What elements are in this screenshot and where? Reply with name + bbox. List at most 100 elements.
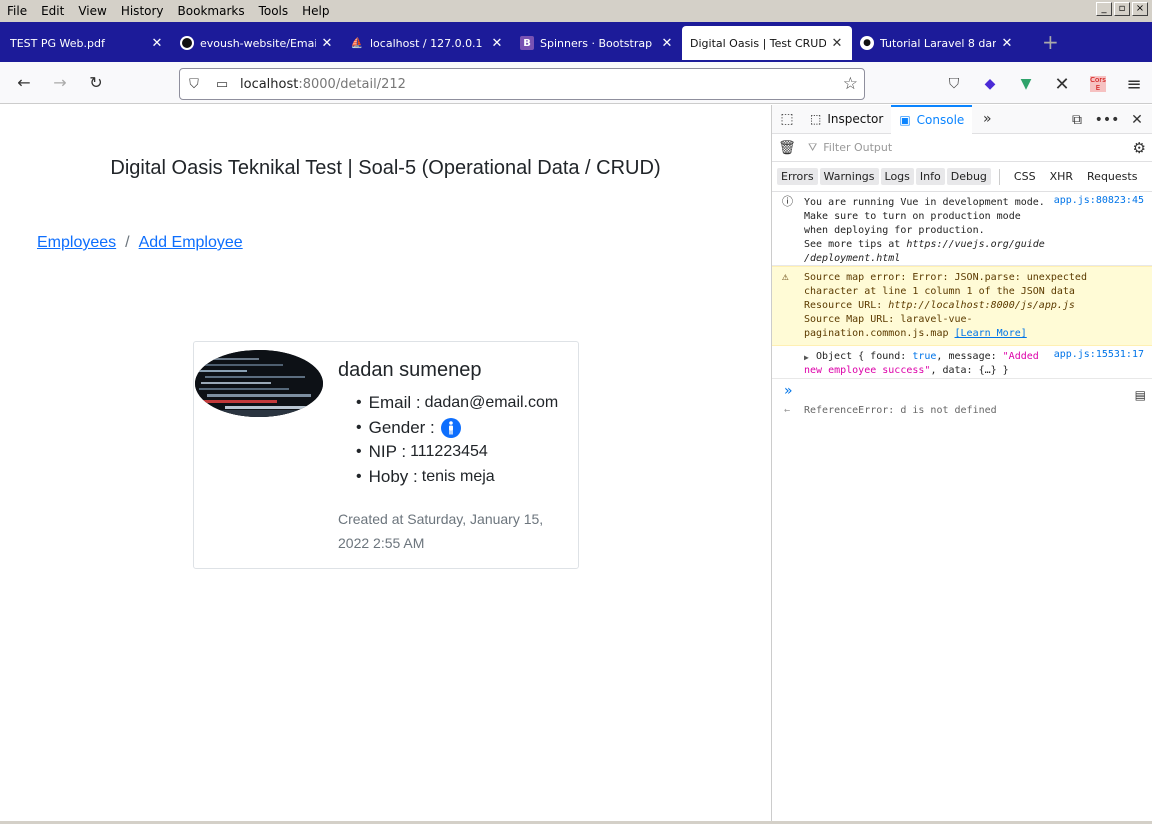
close-icon[interactable]: ✕ bbox=[1000, 36, 1014, 51]
close-icon[interactable]: ✕ bbox=[150, 36, 164, 51]
hoby-value: tenis meja bbox=[421, 467, 495, 485]
created-at: Created at Saturday, January 15, 2022 2:… bbox=[338, 511, 544, 551]
close-icon[interactable]: ✕ bbox=[660, 36, 674, 51]
more-tabs-chevron-icon[interactable]: » bbox=[972, 111, 1002, 127]
message-location-link[interactable]: app.js:80823:45 bbox=[1054, 194, 1144, 208]
email-value: dadan@email.com bbox=[424, 394, 559, 412]
url-bar[interactable]: ⛉ ▭ localhost:8000/detail/212 ☆ bbox=[179, 68, 865, 100]
message-line: when deploying for production. bbox=[804, 225, 985, 236]
menu-tools[interactable]: Tools bbox=[252, 0, 296, 22]
pocket-icon[interactable]: ⛉ bbox=[936, 68, 972, 100]
tab-phpmyadmin[interactable]: ⛵ localhost / 127.0.0.1 / d ✕ bbox=[342, 26, 512, 60]
nav-bar: ← → ↻ ⛉ ▭ localhost:8000/detail/212 ☆ ⛉ … bbox=[0, 62, 1152, 104]
tab-console[interactable]: ▣ Console bbox=[891, 104, 973, 134]
message-location-link[interactable]: app.js:15531:17 bbox=[1054, 348, 1144, 362]
shield-icon[interactable]: ⛉ bbox=[180, 77, 208, 92]
x-extension-icon[interactable]: ✕ bbox=[1044, 68, 1080, 100]
reload-icon[interactable]: ↻ bbox=[78, 67, 114, 99]
close-devtools-icon[interactable]: ✕ bbox=[1122, 112, 1152, 128]
hoby-label: Hoby : bbox=[368, 466, 418, 486]
filter-warnings[interactable]: Warnings bbox=[819, 168, 879, 185]
email-item: Email :dadan@email.com bbox=[356, 391, 559, 416]
obj-tail: , data: {…} } bbox=[930, 365, 1009, 376]
obj-found: true bbox=[912, 351, 937, 362]
tab-bootstrap[interactable]: B Spinners · Bootstrap v5 ✕ bbox=[512, 26, 682, 60]
avatar bbox=[195, 350, 323, 417]
devtools-toolbar: ⬚ ⬚ Inspector ▣ Console » ⧉ ••• ✕ bbox=[772, 104, 1152, 134]
dock-icon[interactable]: ⧉ bbox=[1062, 112, 1092, 128]
close-icon[interactable]: ✕ bbox=[320, 36, 334, 51]
filter-input[interactable]: Filter Output bbox=[823, 141, 892, 154]
close-window-button[interactable]: × bbox=[1132, 2, 1148, 16]
new-tab-button[interactable]: + bbox=[1042, 30, 1059, 54]
tab-title: Spinners · Bootstrap v5 bbox=[540, 36, 656, 50]
message-line: pagination.common.js.map [Learn More] bbox=[804, 327, 1148, 341]
filter-requests[interactable]: Requests bbox=[1081, 168, 1143, 185]
hamburger-menu-icon[interactable]: ≡ bbox=[1116, 68, 1152, 100]
url-host: localhost bbox=[240, 76, 299, 92]
breadcrumb-separator: / bbox=[125, 234, 130, 251]
filter-errors[interactable]: Errors bbox=[777, 168, 818, 185]
tab-title: Tutorial Laravel 8 dan V bbox=[880, 36, 996, 50]
message-text: pagination.common.js.map bbox=[804, 328, 955, 339]
message-line: Make sure to turn on production mode bbox=[804, 211, 1021, 222]
filter-logs[interactable]: Logs bbox=[880, 168, 914, 185]
menu-file[interactable]: File bbox=[0, 0, 34, 22]
console-message-object: ▶ app.js:15531:17 Object { found: true, … bbox=[772, 346, 1152, 379]
breadcrumb-add-employee-link[interactable]: Add Employee bbox=[139, 234, 243, 251]
learn-more-link[interactable]: [Learn More] bbox=[955, 328, 1027, 339]
warning-icon: ⚠ bbox=[782, 270, 789, 283]
cors-icon[interactable]: Cors E bbox=[1080, 68, 1116, 100]
tab-test-pg-pdf[interactable]: TEST PG Web.pdf ✕ bbox=[2, 26, 172, 60]
menu-bar: File Edit View History Bookmarks Tools H… bbox=[0, 0, 1152, 22]
message-line: character at line 1 column 1 of the JSON… bbox=[804, 286, 1075, 297]
expand-triangle-icon[interactable]: ▶ bbox=[804, 351, 809, 365]
tab-console-label: Console bbox=[916, 113, 965, 127]
more-options-icon[interactable]: ••• bbox=[1092, 112, 1122, 128]
maximize-button[interactable]: ▫ bbox=[1114, 2, 1130, 16]
tab-tutorial-laravel[interactable]: ● Tutorial Laravel 8 dan V ✕ bbox=[852, 26, 1022, 60]
element-picker-icon[interactable]: ⬚ bbox=[772, 111, 802, 127]
extension-hexagon-icon[interactable]: ◆ bbox=[972, 68, 1008, 100]
console-input[interactable]: » ▤ bbox=[772, 379, 1152, 403]
filter-info[interactable]: Info bbox=[915, 168, 945, 185]
github-icon bbox=[180, 36, 194, 50]
prompt-chevron-icon: » bbox=[784, 383, 793, 399]
menu-view[interactable]: View bbox=[71, 0, 113, 22]
tab-inspector[interactable]: ⬚ Inspector bbox=[802, 105, 891, 134]
menu-edit[interactable]: Edit bbox=[34, 0, 71, 22]
tab-github[interactable]: evoush-website/EmailNo ✕ bbox=[172, 26, 342, 60]
minimize-button[interactable]: _ bbox=[1096, 2, 1112, 16]
console-filter-bar: 🗑 ⛛ Filter Output ⚙ bbox=[772, 134, 1152, 162]
close-icon[interactable]: ✕ bbox=[490, 36, 504, 51]
message-url: https://vuejs.org/guide bbox=[906, 239, 1045, 250]
forward-arrow-icon[interactable]: → bbox=[42, 67, 78, 99]
vue-devtools-icon[interactable]: ▼ bbox=[1008, 68, 1044, 100]
obj-prefix: Object { found: bbox=[816, 351, 913, 362]
nip-label: NIP : bbox=[368, 442, 407, 462]
message-line: See more tips at https://vuejs.org/guide bbox=[804, 238, 1148, 252]
tab-title: Digital Oasis | Test CRUD bbox=[690, 36, 826, 50]
menu-help[interactable]: Help bbox=[295, 0, 336, 22]
bookmark-star-icon[interactable]: ☆ bbox=[843, 74, 858, 94]
filter-xhr[interactable]: XHR bbox=[1044, 168, 1079, 185]
page-title: Digital Oasis Teknikal Test | Soal-5 (Op… bbox=[110, 157, 661, 179]
menu-bookmarks[interactable]: Bookmarks bbox=[171, 0, 252, 22]
back-arrow-icon[interactable]: ← bbox=[6, 67, 42, 99]
employee-name: dadan sumenep bbox=[338, 359, 482, 381]
message-line: new employee success", data: {…} } bbox=[804, 364, 1148, 378]
message-url: http://localhost:8000/js/app.js bbox=[888, 300, 1075, 311]
url-text[interactable]: localhost:8000/detail/212 bbox=[240, 77, 406, 92]
gear-icon[interactable]: ⚙ bbox=[1133, 139, 1146, 157]
devtools-panel: ⬚ ⬚ Inspector ▣ Console » ⧉ ••• ✕ 🗑 ⛛ Filt… bbox=[771, 104, 1152, 821]
trash-icon[interactable]: 🗑 bbox=[772, 140, 802, 156]
filter-debug[interactable]: Debug bbox=[946, 168, 991, 185]
obj-mid: , message: bbox=[936, 351, 1003, 362]
message-line: Source Map URL: laravel-vue- bbox=[804, 314, 973, 325]
tab-digital-oasis[interactable]: Digital Oasis | Test CRUD ✕ bbox=[682, 26, 852, 60]
breadcrumb-employees-link[interactable]: Employees bbox=[37, 234, 116, 251]
menu-history[interactable]: History bbox=[114, 0, 171, 22]
filter-css[interactable]: CSS bbox=[1008, 168, 1042, 185]
close-icon[interactable]: ✕ bbox=[830, 36, 844, 51]
page-info-icon[interactable]: ▭ bbox=[208, 77, 236, 92]
